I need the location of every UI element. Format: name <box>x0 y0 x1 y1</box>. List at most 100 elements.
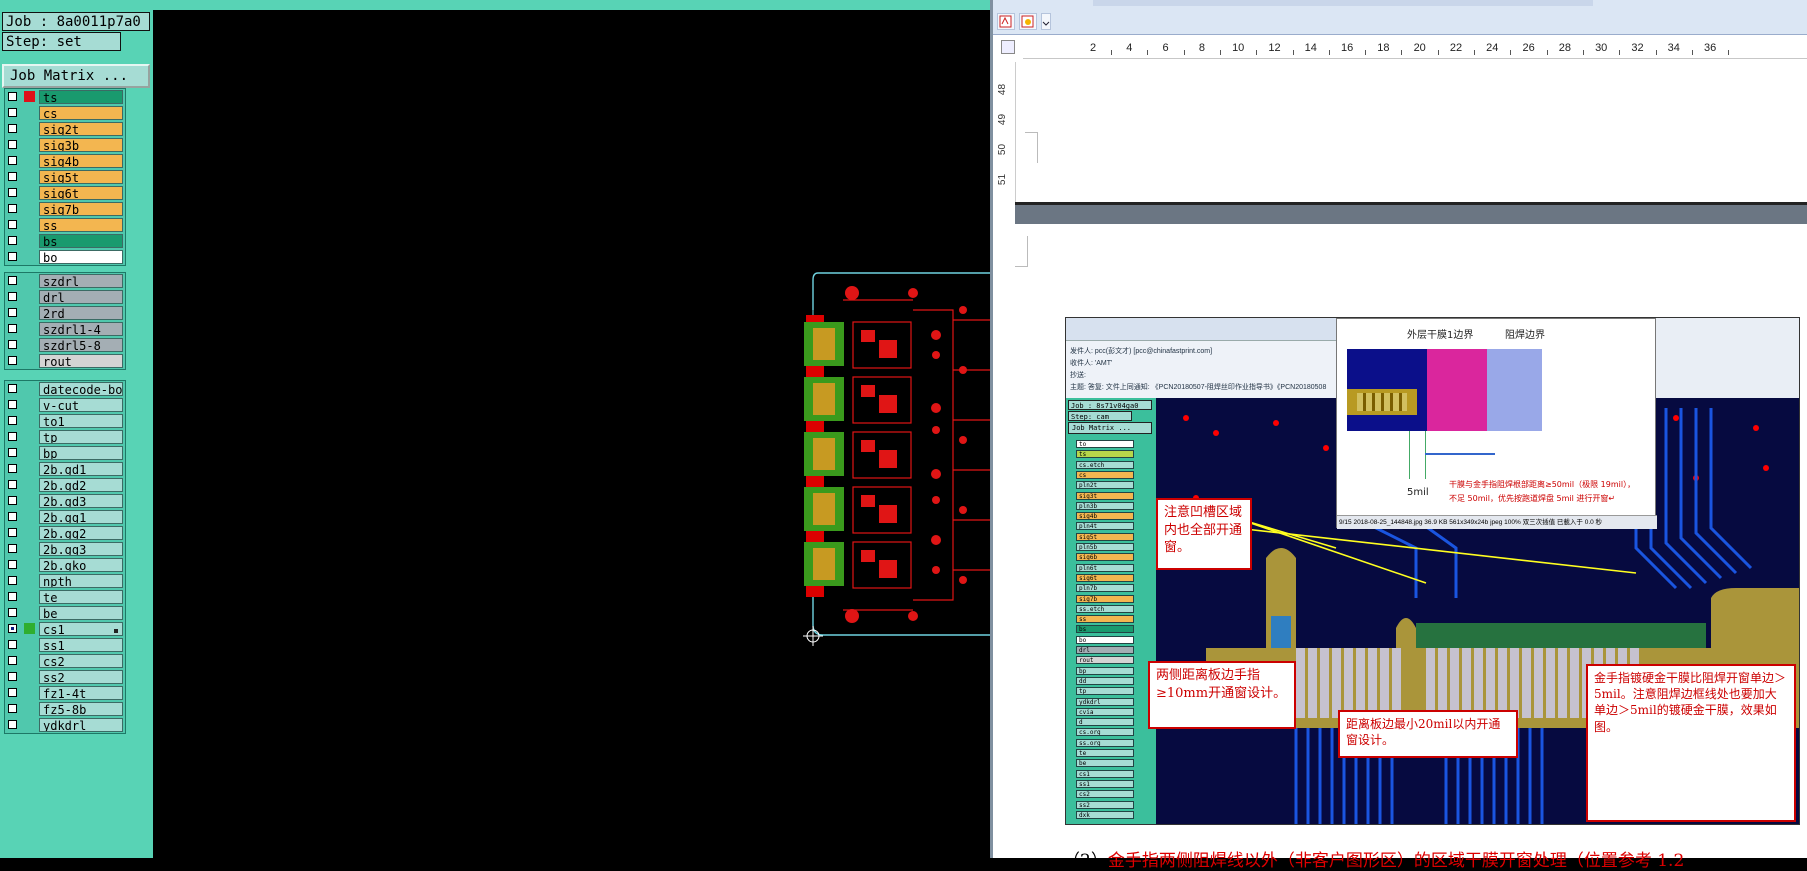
layer-name[interactable]: 2b.gd2 <box>39 478 123 492</box>
layer-row-2b.gg2[interactable]: 2b.gg2 <box>5 525 125 541</box>
layer-row-fz5-8b[interactable]: fz5-8b <box>5 701 125 717</box>
layer-row-szdrl[interactable]: szdrl <box>5 273 125 289</box>
layer-row-2b.gg3[interactable]: 2b.gg3 <box>5 541 125 557</box>
layer-checkbox[interactable] <box>8 576 17 585</box>
layer-row-ss[interactable]: ss <box>5 217 125 233</box>
layer-name[interactable]: 2rd <box>39 306 123 320</box>
layer-row-cs2[interactable]: cs2 <box>5 653 125 669</box>
layer-checkbox[interactable] <box>8 156 17 165</box>
layer-name[interactable]: ts <box>39 90 123 104</box>
layer-checkbox[interactable] <box>8 140 17 149</box>
layer-color-swatch[interactable] <box>24 91 35 102</box>
layer-name[interactable]: bp <box>39 446 123 460</box>
layer-name[interactable]: v-cut <box>39 398 123 412</box>
layer-checkbox[interactable] <box>8 124 17 133</box>
layer-checkbox[interactable] <box>8 592 17 601</box>
layer-row-drl[interactable]: drl <box>5 289 125 305</box>
layer-checkbox[interactable] <box>8 448 17 457</box>
layer-checkbox[interactable] <box>8 236 17 245</box>
layer-checkbox[interactable] <box>8 252 17 261</box>
layer-row-2b.gg1[interactable]: 2b.gg1 <box>5 509 125 525</box>
layer-row-cs1[interactable]: cs1 <box>5 621 125 637</box>
layer-name[interactable]: 2b.gg3 <box>39 542 123 556</box>
embedded-screenshot[interactable]: 发件人: pcc(彭文才) [pcc@chinafastprint.com] 收… <box>1065 317 1800 825</box>
layer-checkbox[interactable] <box>8 204 17 213</box>
layer-row-datecode-bo[interactable]: datecode-bo <box>5 381 125 397</box>
toolbar-pdf-settings-button[interactable] <box>1019 13 1037 30</box>
layer-name[interactable]: ss <box>39 218 123 232</box>
layer-checkbox[interactable] <box>8 400 17 409</box>
layer-row-2b.gd2[interactable]: 2b.gd2 <box>5 477 125 493</box>
layer-name[interactable]: bs <box>39 234 123 248</box>
layer-row-2b.gko[interactable]: 2b.gko <box>5 557 125 573</box>
layer-name[interactable]: ydkdrl <box>39 718 123 732</box>
layer-name[interactable]: szdrl5-8 <box>39 338 123 352</box>
toolbar-overflow-button[interactable] <box>1041 13 1051 30</box>
layer-row-sig6t[interactable]: sig6t <box>5 185 125 201</box>
layer-name[interactable]: sig2t <box>39 122 123 136</box>
layer-checkbox[interactable] <box>8 528 17 537</box>
layer-row-to1[interactable]: to1 <box>5 413 125 429</box>
layer-checkbox[interactable] <box>8 292 17 301</box>
vertical-ruler[interactable]: 48 49 50 51 <box>993 62 1016 202</box>
layer-name[interactable]: szdrl <box>39 274 123 288</box>
layer-checkbox[interactable] <box>8 672 17 681</box>
layer-row-npth[interactable]: npth <box>5 573 125 589</box>
layer-name[interactable]: sig4b <box>39 154 123 168</box>
layer-name[interactable]: bo <box>39 250 123 264</box>
layer-row-sig3b[interactable]: sig3b <box>5 137 125 153</box>
layer-checkbox[interactable] <box>8 560 17 569</box>
layer-name[interactable]: tp <box>39 430 123 444</box>
layer-checkbox[interactable] <box>8 496 17 505</box>
layer-checkbox[interactable] <box>8 480 17 489</box>
layer-row-sig5t[interactable]: sig5t <box>5 169 125 185</box>
layer-checkbox[interactable] <box>8 608 17 617</box>
layer-checkbox[interactable] <box>8 220 17 229</box>
layer-checkbox[interactable] <box>8 384 17 393</box>
layer-name[interactable]: sig3b <box>39 138 123 152</box>
layer-checkbox[interactable] <box>8 624 17 633</box>
layer-name[interactable]: 2b.gg2 <box>39 526 123 540</box>
layer-row-szdrl1-4[interactable]: szdrl1-4 <box>5 321 125 337</box>
layer-row-bs[interactable]: bs <box>5 233 125 249</box>
layer-checkbox[interactable] <box>8 188 17 197</box>
layer-checkbox[interactable] <box>8 432 17 441</box>
layer-checkbox[interactable] <box>8 720 17 729</box>
layer-name[interactable]: cs2 <box>39 654 123 668</box>
layer-row-sig7b[interactable]: sig7b <box>5 201 125 217</box>
layer-checkbox[interactable] <box>8 464 17 473</box>
layer-row-fz1-4t[interactable]: fz1-4t <box>5 685 125 701</box>
layer-name[interactable]: sig7b <box>39 202 123 216</box>
layer-name[interactable]: to1 <box>39 414 123 428</box>
layer-name[interactable]: datecode-bo <box>39 382 123 396</box>
cam-graphic-canvas[interactable] <box>153 10 990 858</box>
layer-name[interactable]: fz5-8b <box>39 702 123 716</box>
layer-checkbox[interactable] <box>8 356 17 365</box>
layer-name[interactable]: szdrl1-4 <box>39 322 123 336</box>
layer-row-2b.gd3[interactable]: 2b.gd3 <box>5 493 125 509</box>
body-paragraph[interactable]: （2）金手指两侧阻焊线以外（非客户图形区）的区域干膜开窗处理（位置参考 1.2 <box>1063 846 1803 871</box>
layer-row-ts[interactable]: ts <box>5 89 125 105</box>
layer-checkbox[interactable] <box>8 704 17 713</box>
layer-checkbox[interactable] <box>8 108 17 117</box>
layer-name[interactable]: npth <box>39 574 123 588</box>
layer-name[interactable]: drl <box>39 290 123 304</box>
layer-checkbox[interactable] <box>8 416 17 425</box>
horizontal-ruler[interactable]: 2 4 6 8 10 12 14 16 18 20 22 24 26 28 30 32 34 36 <box>1023 38 1807 59</box>
layer-checkbox[interactable] <box>8 276 17 285</box>
layer-row-v-cut[interactable]: v-cut <box>5 397 125 413</box>
layer-name[interactable]: sig5t <box>39 170 123 184</box>
tab-stop-selector[interactable] <box>1001 40 1015 54</box>
layer-checkbox[interactable] <box>8 340 17 349</box>
layer-checkbox[interactable] <box>8 640 17 649</box>
layer-row-te[interactable]: te <box>5 589 125 605</box>
layer-row-ss2[interactable]: ss2 <box>5 669 125 685</box>
layer-name[interactable]: 2b.gd1 <box>39 462 123 476</box>
layer-checkbox[interactable] <box>8 324 17 333</box>
layer-name[interactable]: 2b.gko <box>39 558 123 572</box>
layer-name[interactable]: be <box>39 606 123 620</box>
layer-name[interactable]: 2b.gd3 <box>39 494 123 508</box>
layer-checkbox[interactable] <box>8 92 17 101</box>
toolbar-pdf-button[interactable] <box>997 13 1015 30</box>
document-page-previous[interactable] <box>1025 62 1807 202</box>
